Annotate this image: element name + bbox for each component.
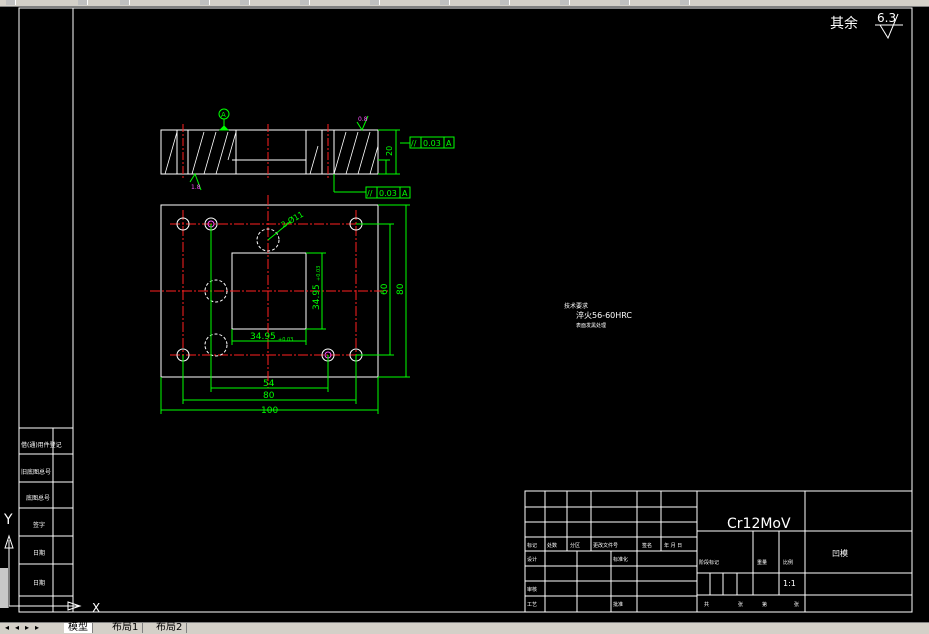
rev-header-4: 更改文件号	[593, 542, 618, 549]
tab-model[interactable]: 模型	[64, 623, 93, 633]
toolbar-button[interactable]	[500, 0, 510, 5]
toolbar-button[interactable]	[6, 0, 16, 5]
tol1-symbol: //	[411, 139, 417, 148]
dim-hole-callout: 2-Ø11	[279, 209, 305, 230]
section-view: A 0.8 1.8 20 // 0.03 A // 0.03 A	[160, 108, 455, 199]
dim-60: 60	[380, 283, 390, 295]
tol2-value: 0.03	[379, 189, 397, 198]
side-table	[19, 428, 73, 612]
sheet-unit-1: 张	[738, 601, 743, 608]
dim-100: 100	[261, 406, 278, 416]
roughness-top: 0.8	[358, 116, 368, 123]
scale-value: 1:1	[783, 579, 796, 588]
dim-inner-width: 34.95	[250, 332, 276, 342]
tab-layout2[interactable]: 布局2	[152, 623, 188, 633]
toolbar-button[interactable]	[370, 0, 380, 5]
notes-line-1: 淬火56-60HRC	[576, 310, 632, 320]
tab-nav-next-icon[interactable]: ▸	[22, 623, 32, 633]
surface-finish-value: 6.3	[877, 11, 896, 25]
notes-title: 技术要求	[564, 302, 588, 310]
rev-header-6: 年 月 日	[664, 542, 682, 549]
dim-inner-width-tol: +0.03	[278, 337, 293, 343]
side-row-5: 日期	[33, 549, 45, 557]
sheet-total: 共	[704, 601, 709, 608]
title-block	[524, 490, 913, 613]
stage-weight: 重量	[757, 559, 767, 566]
roughness-icon	[189, 115, 369, 191]
role-review: 审核	[527, 586, 537, 593]
side-row-1: 借(通)用件登记	[21, 441, 62, 449]
dim-54: 54	[263, 379, 275, 389]
dim-inner-height: 34.95	[312, 284, 322, 310]
part-name: 凹模	[832, 548, 848, 558]
tol1-datum: A	[446, 139, 452, 148]
drawing-canvas[interactable]: 借(通)用件登记 旧底图总号 底图总号 签字 日期 日期 其余 6.3 A 0.…	[0, 6, 929, 622]
toolbar-button[interactable]	[240, 0, 250, 5]
toolbar-button[interactable]	[120, 0, 130, 5]
dim-80-bottom: 80	[263, 391, 275, 401]
side-row-6: 日期	[33, 579, 45, 587]
datum-label: A	[221, 111, 226, 119]
left-panel-strip[interactable]	[0, 568, 9, 608]
tol2-datum: A	[402, 189, 408, 198]
mid-standard: 标准化	[613, 556, 628, 563]
mid-approve: 批准	[613, 601, 623, 608]
sheet-unit-2: 张	[794, 601, 799, 608]
tab-nav-prev-icon[interactable]: ◂	[12, 623, 22, 633]
tab-layout1[interactable]: 布局1	[108, 623, 144, 633]
rev-header-1: 标记	[527, 542, 537, 549]
stage-mark: 阶段标记	[699, 559, 719, 566]
toolbar-button[interactable]	[300, 0, 310, 5]
toolbar-button[interactable]	[440, 0, 450, 5]
tol1-value: 0.03	[423, 139, 441, 148]
plan-view: 2-Ø11 34.95 +0.03 34.95 +0.03 54 80 100 …	[150, 195, 410, 416]
ucs-x-label: X	[92, 601, 100, 615]
side-row-3: 底图总号	[26, 494, 50, 502]
toolbar-button[interactable]	[620, 0, 630, 5]
toolbar-button[interactable]	[78, 0, 88, 5]
rev-header-3: 分区	[570, 542, 580, 549]
ucs-icon	[4, 534, 82, 611]
toolbar-button[interactable]	[200, 0, 210, 5]
material-name: Cr12MoV	[727, 516, 791, 532]
toolbar-button[interactable]	[680, 0, 690, 5]
toolbar-button[interactable]	[560, 0, 570, 5]
surface-finish-other: 其余	[830, 15, 858, 32]
rev-header-5: 签名	[642, 542, 652, 549]
notes-line-2: 表面发黑处理	[576, 322, 606, 329]
layout-tabs-bar: ◂ ◂ ▸ ▸ 模型 布局1 布局2	[0, 622, 929, 634]
side-row-4: 签字	[33, 521, 45, 529]
stage-scale: 比例	[783, 559, 793, 566]
tab-nav-last-icon[interactable]: ▸	[32, 623, 42, 633]
side-row-2: 旧底图总号	[21, 468, 51, 476]
dim-thickness: 20	[385, 146, 394, 156]
tol2-symbol: //	[367, 189, 373, 198]
sheet-number: 第	[762, 601, 767, 608]
role-process: 工艺	[527, 602, 537, 608]
dim-inner-height-tol: +0.03	[316, 266, 322, 281]
dim-80-right: 80	[396, 283, 406, 295]
ucs-y-label: Y	[3, 512, 13, 528]
role-design: 设计	[527, 556, 537, 563]
roughness-bottom: 1.8	[191, 184, 201, 191]
rev-header-2: 处数	[547, 542, 557, 549]
tab-nav-first-icon[interactable]: ◂	[2, 623, 12, 633]
